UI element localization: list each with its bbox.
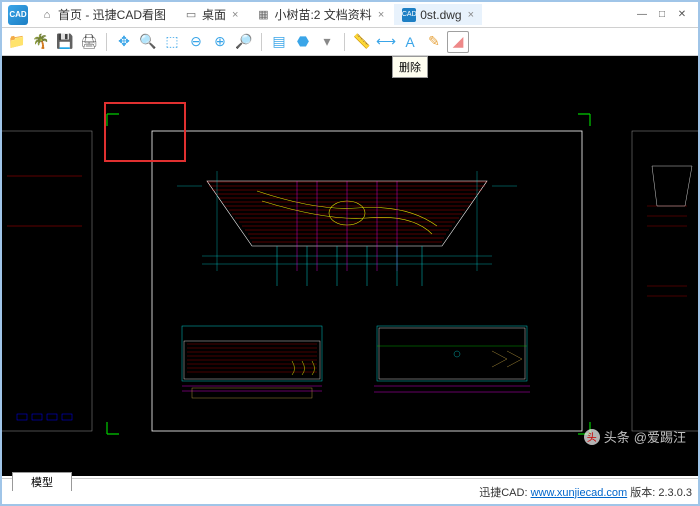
footer-link[interactable]: www.xunjiecad.com (531, 487, 628, 499)
zoom-fit-icon[interactable]: 🔎 (233, 31, 255, 53)
document-tab[interactable]: ▭ 桌面 × (176, 4, 246, 25)
tab-label: 小树苗:2 文档资料 (274, 6, 371, 23)
footer-text: 迅捷CAD: www.xunjiecad.com 版本: 2.3.0.3 (479, 484, 692, 500)
selection-rectangle (104, 102, 186, 162)
separator (106, 33, 107, 51)
tab-icon: ▦ (256, 8, 270, 22)
titlebar: CAD ⌂ 首页 - 迅捷CAD看图 ▭ 桌面 × ▦ 小树苗:2 文档资料 × CAD 0st.… (2, 2, 698, 28)
tab-label: 桌面 (202, 6, 226, 23)
minimize-button[interactable]: — (632, 7, 652, 23)
layers-icon[interactable]: ▤ (268, 31, 290, 53)
zoom-plus-icon[interactable]: ⊕ (209, 31, 231, 53)
footer-version: 2.3.0.3 (658, 487, 692, 499)
measure-icon[interactable]: 📏 (351, 31, 373, 53)
watermark-logo-icon: 头 (584, 429, 600, 445)
document-tab[interactable]: CAD 0st.dwg × (394, 4, 482, 25)
palm-icon[interactable]: 🌴 (30, 31, 52, 53)
zoom-minus-icon[interactable]: ⊖ (185, 31, 207, 53)
separator (344, 33, 345, 51)
document-tab[interactable]: ▦ 小树苗:2 文档资料 × (248, 4, 392, 25)
3d-icon[interactable]: ⬣ (292, 31, 314, 53)
tab-close-icon[interactable]: × (232, 9, 238, 21)
separator (261, 33, 262, 51)
tab-icon: ▭ (184, 8, 198, 22)
tab-label: 0st.dwg (420, 8, 461, 22)
window-controls: — □ ✕ (632, 7, 692, 23)
print-icon[interactable]: 🖨 (78, 31, 100, 53)
watermark: 头 头条 @爱踢汪 (584, 427, 686, 446)
app-icon: CAD (8, 5, 28, 25)
erase-icon[interactable]: ◢ (447, 31, 469, 53)
statusbar: 迅捷CAD: www.xunjiecad.com 版本: 2.3.0.3 (2, 478, 698, 504)
tooltip: 删除 (392, 56, 428, 78)
close-button[interactable]: ✕ (672, 7, 692, 23)
pan-icon[interactable]: ✥ (113, 31, 135, 53)
toolbar: 📁🌴💾🖨 ✥🔍⬚⊖⊕🔎 ▤⬣▾ 📏⟷A✎◢ (2, 28, 698, 56)
save-icon[interactable]: 💾 (54, 31, 76, 53)
dropdown-icon[interactable]: ▾ (316, 31, 338, 53)
dimension-icon[interactable]: ⟷ (375, 31, 397, 53)
tab-icon: CAD (402, 8, 416, 22)
tab-close-icon[interactable]: × (378, 9, 384, 21)
tab-icon: ⌂ (40, 8, 54, 22)
watermark-prefix: 头条 (604, 427, 630, 446)
drawing-canvas[interactable]: 头 头条 @爱踢汪 (2, 56, 698, 476)
zoom-in-icon[interactable]: 🔍 (137, 31, 159, 53)
maximize-button[interactable]: □ (652, 7, 672, 23)
watermark-author: @爱踢汪 (634, 427, 686, 446)
tab-label: 首页 - 迅捷CAD看图 (58, 6, 166, 23)
edit-icon[interactable]: ✎ (423, 31, 445, 53)
zoom-region-icon[interactable]: ⬚ (161, 31, 183, 53)
footer-version-label: 版本: (630, 487, 655, 499)
text-icon[interactable]: A (399, 31, 421, 53)
tab-close-icon[interactable]: × (468, 9, 474, 21)
document-tab[interactable]: ⌂ 首页 - 迅捷CAD看图 (32, 4, 174, 25)
open-icon[interactable]: 📁 (6, 31, 28, 53)
model-tab[interactable]: 模型 (12, 472, 72, 491)
footer-brand: 迅捷CAD: (479, 487, 527, 499)
